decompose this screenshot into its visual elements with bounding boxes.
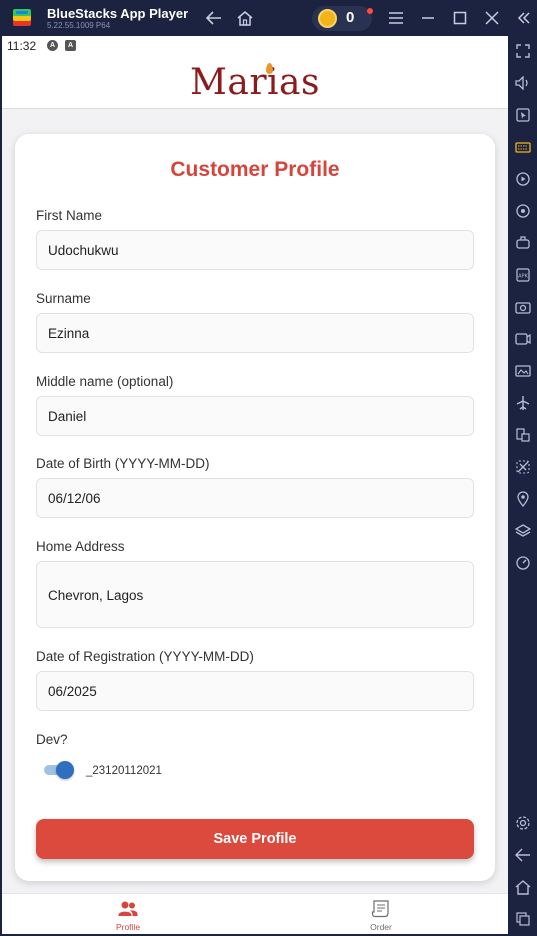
dev-label: Dev? <box>36 732 68 747</box>
minimize-icon[interactable] <box>418 8 438 28</box>
surname-field[interactable]: Ezinna <box>36 313 474 353</box>
close-icon[interactable] <box>482 8 502 28</box>
app-header: Marias <box>2 56 508 109</box>
multi-instance-icon[interactable] <box>514 426 532 444</box>
svg-text:APK: APK <box>518 274 528 280</box>
macro-play-icon[interactable] <box>514 170 532 188</box>
gamepad-icon[interactable] <box>514 234 532 252</box>
notification-app-icon: A <box>47 40 58 51</box>
first-name-value: Udochukwu <box>48 243 119 258</box>
maximize-icon[interactable] <box>450 8 470 28</box>
pointer-icon[interactable] <box>514 106 532 124</box>
app-name: BlueStacks App Player <box>47 6 189 21</box>
status-time: 11:32 <box>7 39 37 53</box>
recent-apps-icon[interactable] <box>514 910 532 928</box>
middle-name-label: Middle name (optional) <box>36 374 174 389</box>
emulator-sidebar: APK <box>509 36 537 936</box>
android-screen: 11:32 A A Marias Customer Profile First … <box>2 36 508 934</box>
toggle-knob <box>56 761 74 779</box>
eco-mode-icon[interactable] <box>514 458 532 476</box>
customer-profile-card: Customer Profile First Name Udochukwu Su… <box>15 134 495 881</box>
back-arrow-icon[interactable] <box>204 8 224 28</box>
bluestacks-logo-icon <box>11 7 35 29</box>
screen-record-icon[interactable] <box>514 330 532 348</box>
android-home-icon[interactable] <box>514 878 532 896</box>
dev-toggle-text: _23120112021 <box>86 765 162 777</box>
nav-profile[interactable]: Profile <box>68 894 188 934</box>
coin-count: 0 <box>346 9 355 26</box>
registration-date-field[interactable]: 06/2025 <box>36 671 474 711</box>
registration-date-label: Date of Registration (YYYY-MM-DD) <box>36 649 254 664</box>
nav-profile-label: Profile <box>115 922 141 932</box>
first-name-field[interactable]: Udochukwu <box>36 230 474 270</box>
rotate-icon[interactable] <box>514 202 532 220</box>
location-icon[interactable] <box>514 490 532 508</box>
middle-name-value: Daniel <box>48 409 87 424</box>
surname-label: Surname <box>36 291 91 306</box>
marias-logo: Marias <box>190 62 320 103</box>
keyboard-icon[interactable] <box>514 138 532 156</box>
home-icon[interactable] <box>235 8 255 28</box>
dob-value: 06/12/06 <box>48 491 101 506</box>
layers-icon[interactable] <box>514 522 532 540</box>
status-bar: 11:32 A A <box>2 36 508 56</box>
notification-a-icon: A <box>65 40 76 51</box>
home-address-value: Chevron, Lagos <box>48 588 144 603</box>
dev-toggle[interactable] <box>44 761 74 779</box>
volume-icon[interactable] <box>514 74 532 92</box>
middle-name-field[interactable]: Daniel <box>36 396 474 436</box>
home-address-field[interactable]: Chevron, Lagos <box>36 561 474 628</box>
receipt-icon <box>371 900 391 918</box>
people-icon <box>118 900 138 918</box>
surname-value: Ezinna <box>48 326 90 341</box>
apk-install-icon[interactable]: APK <box>514 266 532 284</box>
registration-date-value: 06/2025 <box>48 684 97 699</box>
save-profile-label: Save Profile <box>213 831 297 847</box>
performance-icon[interactable] <box>514 554 532 572</box>
flame-icon <box>266 63 273 74</box>
nav-order[interactable]: Order <box>321 894 441 934</box>
bottom-navigation: Profile Order <box>2 893 508 934</box>
dob-field[interactable]: 06/12/06 <box>36 478 474 518</box>
coin-icon <box>318 9 337 28</box>
screenshot-icon[interactable] <box>514 298 532 316</box>
settings-gear-icon[interactable] <box>514 814 532 832</box>
airplane-mode-icon[interactable] <box>514 394 532 412</box>
nav-order-label: Order <box>370 922 392 932</box>
coin-counter[interactable]: 0 <box>312 6 373 31</box>
app-version: 5.22.55.1009 P64 <box>47 21 111 30</box>
collapse-sidebar-icon[interactable] <box>514 8 534 28</box>
fullscreen-icon[interactable] <box>514 42 532 60</box>
window-title-bar: BlueStacks App Player 5.22.55.1009 P64 0 <box>0 0 537 36</box>
save-profile-button[interactable]: Save Profile <box>36 819 474 859</box>
notification-dot-icon <box>367 8 373 14</box>
menu-icon[interactable] <box>386 8 406 28</box>
media-folder-icon[interactable] <box>514 362 532 380</box>
page-title: Customer Profile <box>170 158 340 181</box>
dob-label: Date of Birth (YYYY-MM-DD) <box>36 456 210 471</box>
android-back-icon[interactable] <box>514 846 532 864</box>
home-address-label: Home Address <box>36 539 125 554</box>
first-name-label: First Name <box>36 208 103 223</box>
